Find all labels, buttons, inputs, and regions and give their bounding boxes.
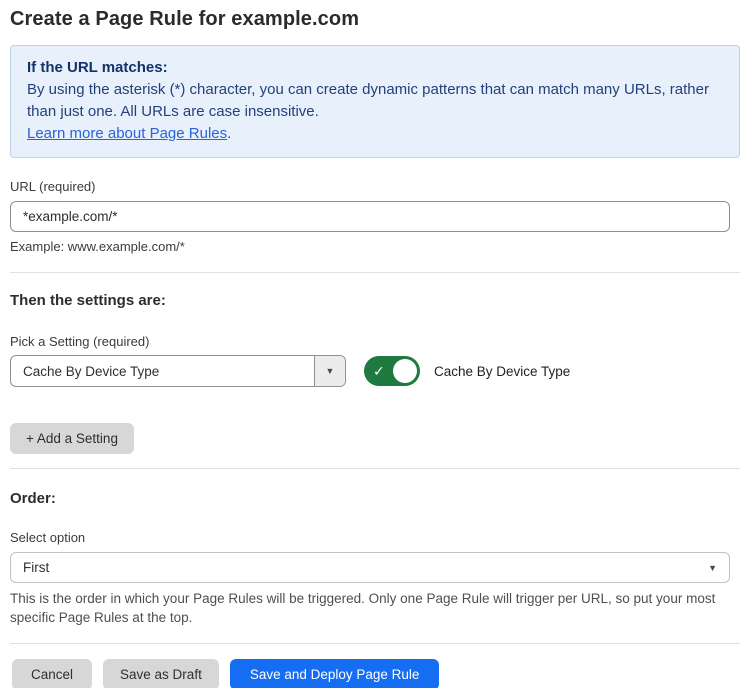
link-suffix: . bbox=[227, 125, 231, 142]
footer-actions: Cancel Save as Draft Save and Deploy Pag… bbox=[10, 659, 740, 688]
cancel-button[interactable]: Cancel bbox=[12, 659, 92, 688]
order-select[interactable]: First ▼ bbox=[10, 552, 730, 583]
divider bbox=[10, 272, 740, 273]
setting-toggle-label: Cache By Device Type bbox=[434, 364, 570, 379]
dropdown-arrow-button[interactable]: ▼ bbox=[314, 356, 345, 386]
divider bbox=[10, 468, 740, 469]
chevron-down-icon: ▼ bbox=[708, 563, 717, 573]
add-setting-button[interactable]: + Add a Setting bbox=[10, 423, 134, 454]
setting-picker-label: Pick a Setting (required) bbox=[10, 334, 740, 349]
info-box-body: By using the asterisk (*) character, you… bbox=[27, 79, 723, 123]
order-help-text: This is the order in which your Page Rul… bbox=[10, 589, 732, 627]
setting-row: Cache By Device Type ▼ ✓ Cache By Device… bbox=[10, 355, 740, 387]
save-and-deploy-button[interactable]: Save and Deploy Page Rule bbox=[230, 659, 440, 688]
url-example-hint: Example: www.example.com/* bbox=[10, 239, 740, 254]
settings-section-heading: Then the settings are: bbox=[10, 292, 740, 309]
chevron-down-icon: ▼ bbox=[326, 366, 335, 376]
check-icon: ✓ bbox=[373, 362, 385, 380]
info-box-heading: If the URL matches: bbox=[27, 57, 723, 79]
divider bbox=[10, 643, 740, 644]
url-match-info-box: If the URL matches: By using the asteris… bbox=[10, 45, 740, 158]
page-title: Create a Page Rule for example.com bbox=[10, 8, 740, 31]
save-as-draft-button[interactable]: Save as Draft bbox=[103, 659, 219, 688]
learn-more-link[interactable]: Learn more about Page Rules bbox=[27, 125, 227, 142]
create-page-rule-form: Create a Page Rule for example.com If th… bbox=[0, 0, 750, 688]
order-section-heading: Order: bbox=[10, 490, 740, 507]
order-select-value: First bbox=[23, 560, 708, 575]
setting-dropdown[interactable]: Cache By Device Type ▼ bbox=[10, 355, 346, 387]
toggle-knob bbox=[393, 359, 417, 383]
setting-toggle[interactable]: ✓ bbox=[364, 356, 420, 386]
info-box-link-line: Learn more about Page Rules. bbox=[27, 123, 723, 145]
setting-dropdown-value: Cache By Device Type bbox=[11, 356, 314, 386]
url-field-label: URL (required) bbox=[10, 179, 740, 194]
order-select-label: Select option bbox=[10, 530, 740, 545]
url-input[interactable] bbox=[10, 201, 730, 232]
